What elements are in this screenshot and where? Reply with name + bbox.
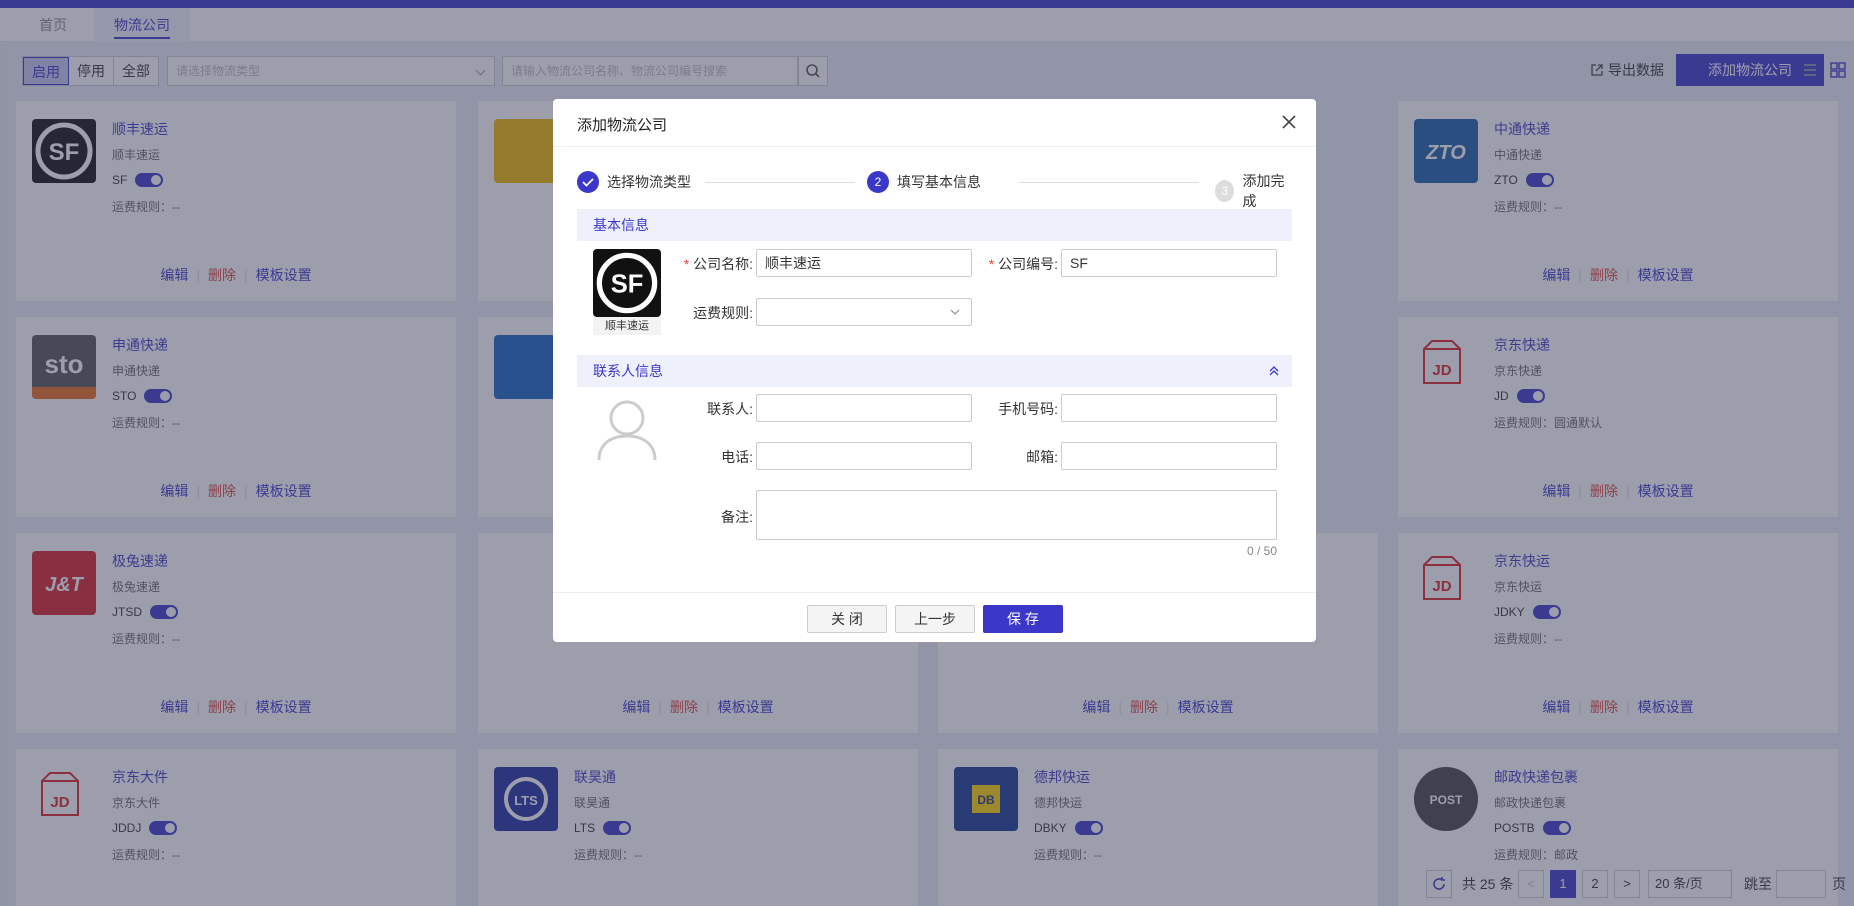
- company-name-input[interactable]: 顺丰速运: [756, 249, 972, 277]
- step-line: [705, 182, 855, 183]
- mobile-label: 手机号码:: [998, 401, 1058, 417]
- step-line: [1019, 182, 1199, 183]
- steps: 选择物流类型 2 填写基本信息 3 添加完成: [577, 171, 1292, 209]
- contact-input[interactable]: [756, 394, 972, 422]
- remark-textarea[interactable]: [756, 490, 1277, 540]
- remark-counter: 0 / 50: [1246, 544, 1277, 558]
- chevron-up-icon: [1269, 366, 1279, 376]
- contact-label: 联系人:: [707, 401, 753, 417]
- company-code-label-text: 公司编号:: [998, 256, 1058, 272]
- add-company-dialog: 添加物流公司 选择物流类型 2 填写基本信息 3 添加完成 基本信息 SF 顺丰…: [553, 99, 1316, 642]
- step-2-label: 填写基本信息: [897, 174, 981, 190]
- section-contact-info[interactable]: 联系人信息: [577, 355, 1292, 387]
- section-basic-info: 基本信息: [577, 209, 1292, 241]
- prev-step-button[interactable]: 上一步: [895, 605, 975, 633]
- company-name-label-text: 公司名称:: [693, 256, 753, 272]
- email-label: 邮箱:: [1026, 449, 1058, 465]
- company-name-label: * 公司名称:: [683, 256, 753, 272]
- company-code-input[interactable]: SF: [1061, 249, 1277, 277]
- chevron-down-icon: [950, 309, 960, 315]
- step-2: 2 填写基本信息: [867, 171, 981, 193]
- section-contact-label: 联系人信息: [593, 363, 663, 379]
- logo-caption: 顺丰速运: [593, 317, 661, 335]
- close-button[interactable]: 关 闭: [807, 605, 887, 633]
- dialog-title: 添加物流公司: [577, 117, 668, 134]
- dialog-footer: 关 闭 上一步 保 存: [553, 592, 1316, 642]
- sf-logo-icon: SF: [593, 249, 661, 317]
- mobile-input[interactable]: [1061, 394, 1277, 422]
- remark-label: 备注:: [721, 509, 753, 525]
- step-1-label: 选择物流类型: [607, 174, 691, 190]
- close-icon[interactable]: [1280, 113, 1298, 131]
- company-code-label: * 公司编号:: [988, 256, 1058, 272]
- phone-input[interactable]: [756, 442, 972, 470]
- step-3-number: 3: [1215, 180, 1235, 202]
- step-1: 选择物流类型: [577, 171, 691, 193]
- phone-label: 电话:: [721, 449, 753, 465]
- step-3-label: 添加完成: [1242, 173, 1285, 209]
- step-3: 3 添加完成: [1215, 171, 1292, 211]
- email-input[interactable]: [1061, 442, 1277, 470]
- step-2-number: 2: [867, 171, 889, 193]
- freight-rule-select[interactable]: [756, 298, 972, 326]
- freight-rule-label: 运费规则:: [693, 305, 753, 321]
- save-button[interactable]: 保 存: [983, 605, 1063, 633]
- avatar-icon: [597, 400, 657, 461]
- dialog-header: 添加物流公司: [553, 99, 1316, 147]
- check-icon: [577, 171, 599, 193]
- sf-logo-text: SF: [611, 271, 644, 299]
